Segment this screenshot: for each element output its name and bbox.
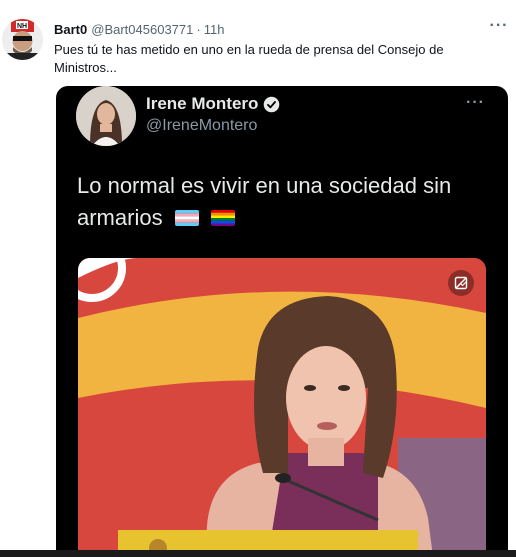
svg-text:NH: NH (17, 23, 27, 30)
embedded-tweet-text: Lo normal es vivir en una sociedad sin a… (77, 170, 497, 234)
tweet-media-image[interactable]: Irene Montero @IreneMontero ··· Lo norma… (56, 86, 508, 557)
author-name[interactable]: Bart0 (54, 22, 87, 37)
tweet-text: Pues tú te has metido en uno en la rueda… (54, 42, 444, 75)
embedded-author-name: Irene Montero (146, 94, 259, 113)
embedded-text-content: Lo normal es vivir en una sociedad sin a… (77, 173, 452, 230)
more-horizontal-icon[interactable]: ··· (487, 17, 511, 35)
rainbow-flag-icon (210, 210, 235, 226)
embedded-author-row: Irene Montero (146, 94, 280, 114)
tweet[interactable]: NH Bart0 @Bart045603771 · 11h ··· Pues t… (0, 0, 516, 557)
embedded-more-icon: ··· (466, 94, 485, 111)
tweet-header: Bart0 @Bart045603771 · 11h (54, 22, 224, 38)
author-handle[interactable]: @Bart045603771 (91, 22, 193, 37)
bottom-divider (0, 550, 516, 557)
verified-badge-icon (264, 96, 280, 112)
embedded-author-handle: @IreneMontero (146, 117, 258, 134)
embedded-author-avatar (76, 86, 136, 146)
embedded-photo (78, 258, 486, 557)
author-avatar[interactable]: NH (2, 19, 43, 60)
transgender-flag-icon (174, 210, 199, 226)
media-settings-icon (448, 270, 474, 296)
tweet-timestamp[interactable]: 11h (204, 22, 225, 37)
separator-dot: · (196, 22, 201, 37)
